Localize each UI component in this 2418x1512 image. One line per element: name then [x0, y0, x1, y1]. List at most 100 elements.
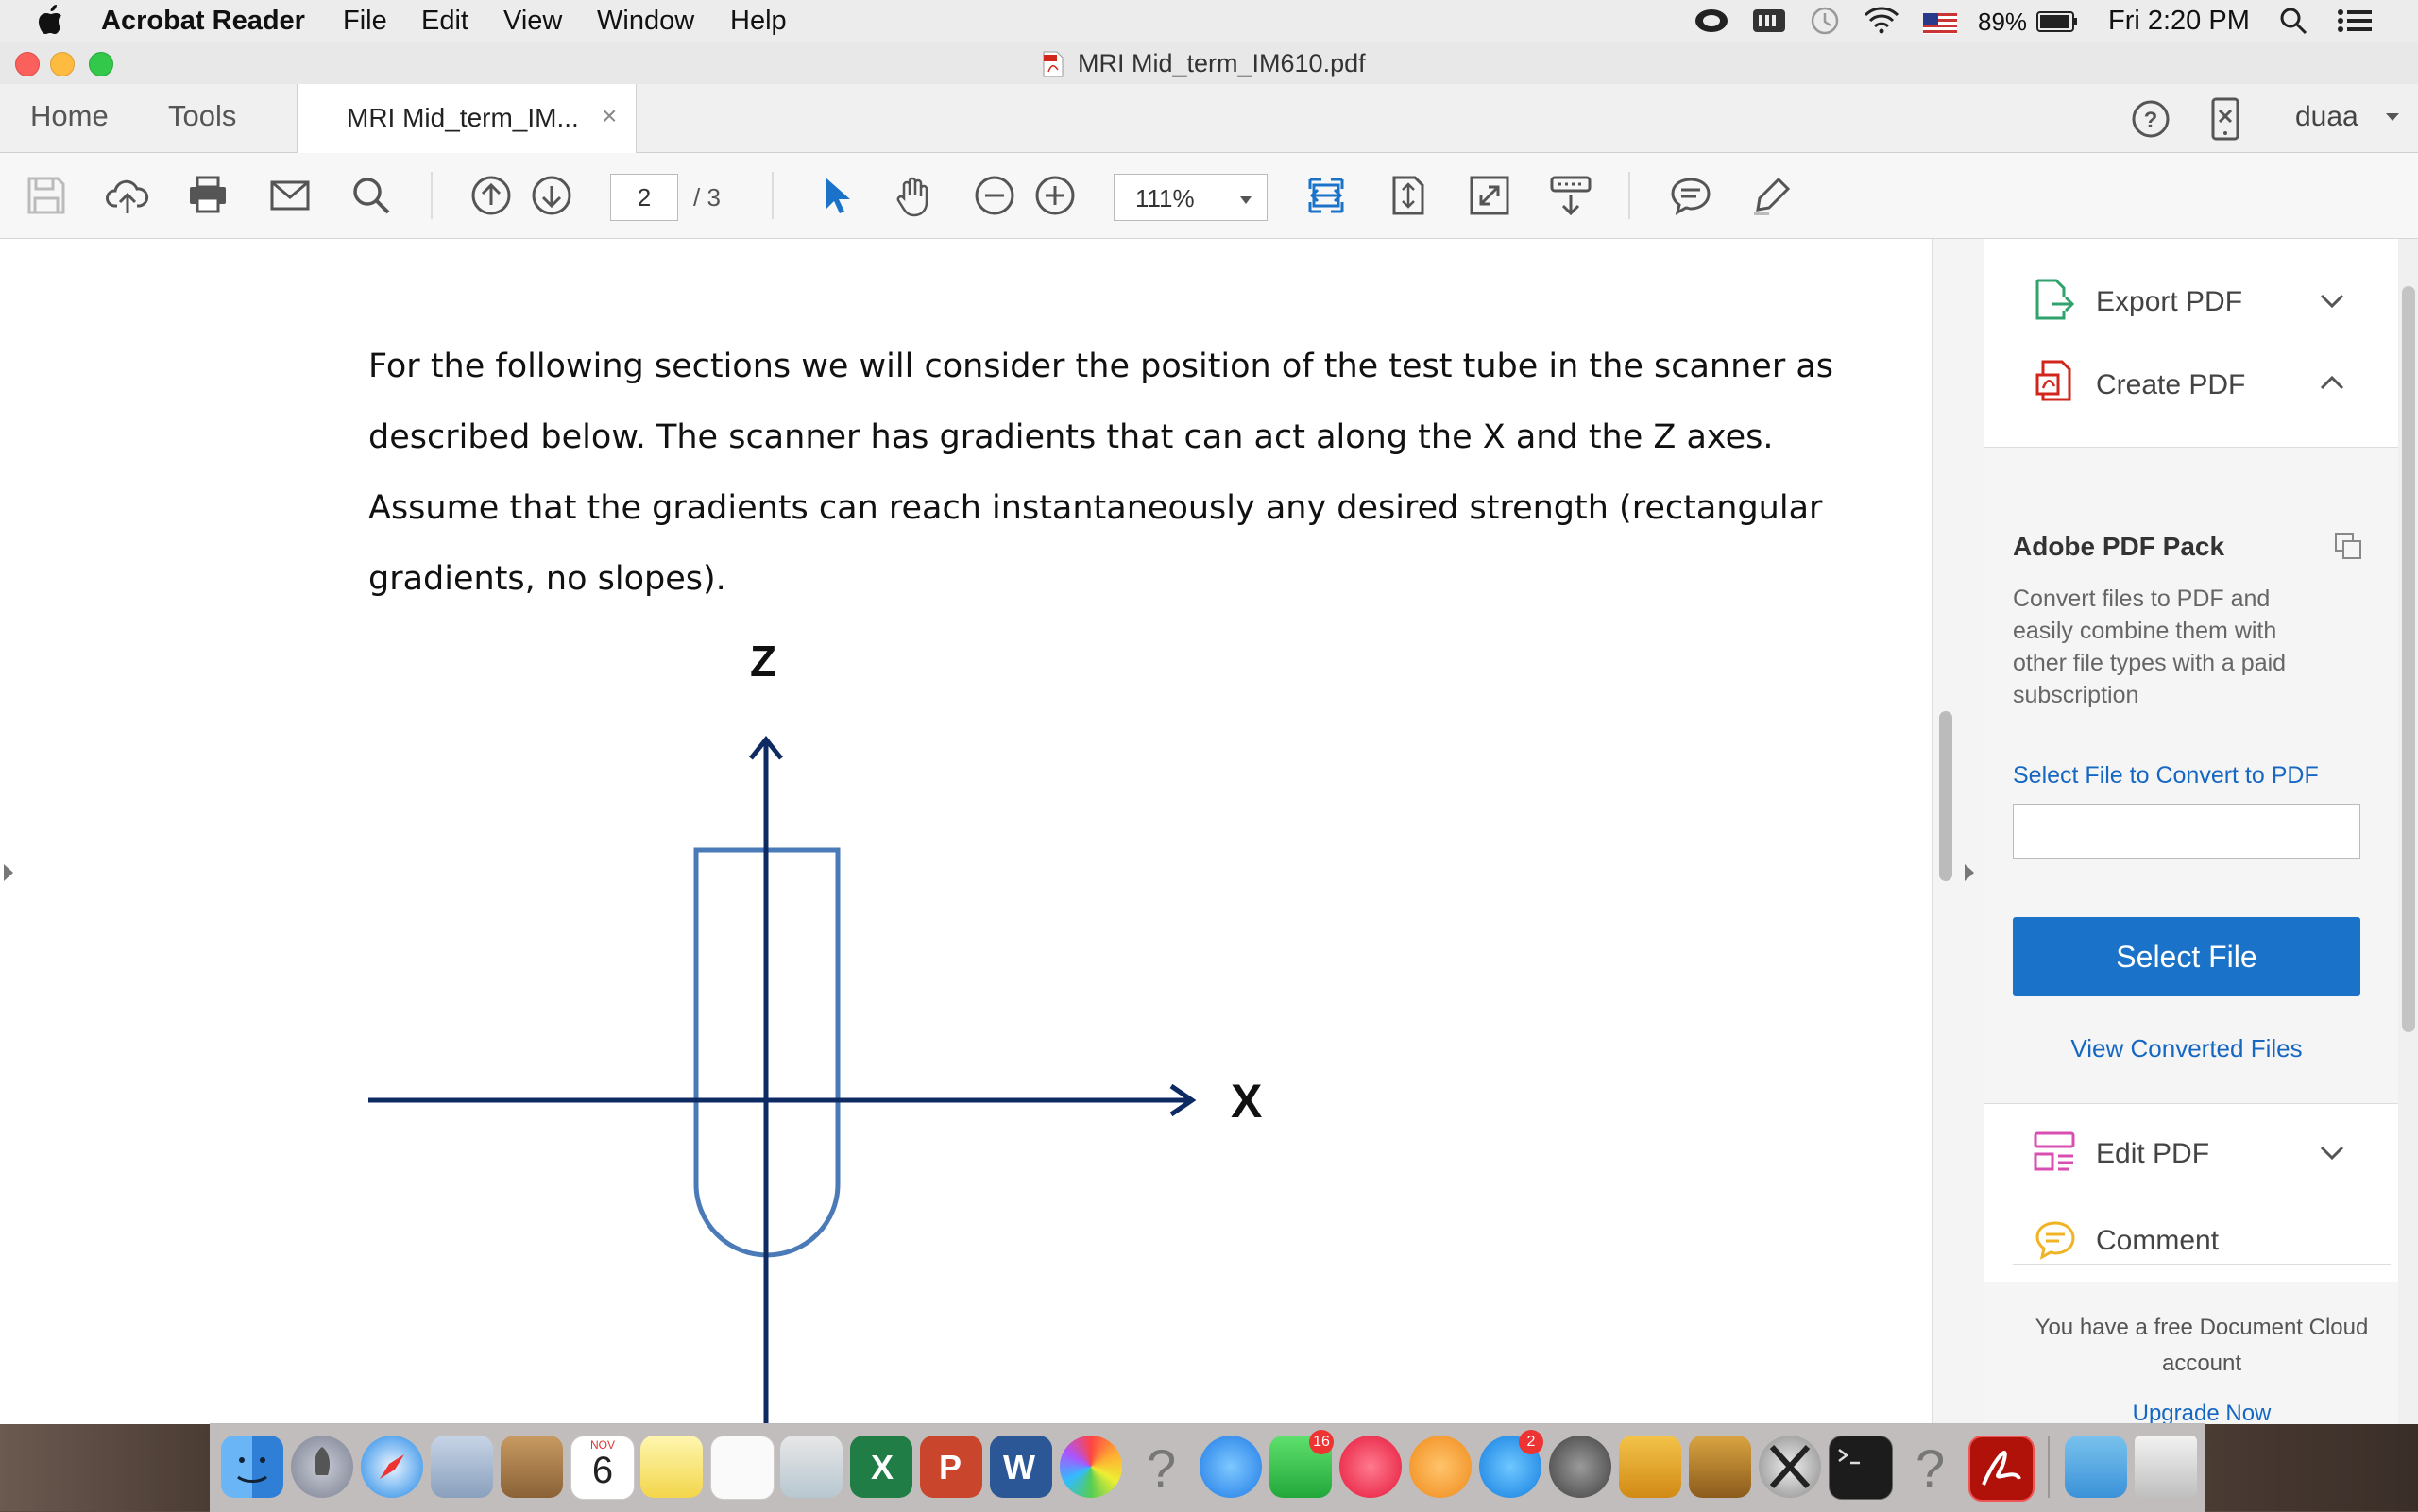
export-pdf-label[interactable]: Export PDF — [2096, 286, 2242, 318]
acrobat-reader-icon[interactable] — [1968, 1436, 2035, 1502]
edit-pdf-label[interactable]: Edit PDF — [2096, 1138, 2209, 1170]
close-window-button[interactable] — [15, 52, 40, 76]
scrolling-mode-icon[interactable] — [1549, 174, 1592, 217]
save-icon[interactable] — [25, 174, 68, 217]
tools-pane: Export PDF Create PDF Adobe PDF Pack Con… — [1984, 239, 2418, 1424]
xquartz-icon[interactable] — [1759, 1436, 1821, 1498]
page-total: / 3 — [693, 183, 721, 212]
hand-tool-icon[interactable] — [892, 174, 935, 217]
fit-page-icon[interactable] — [1387, 174, 1430, 217]
z-axis-label: Z — [750, 637, 777, 686]
word-icon[interactable]: W — [990, 1436, 1052, 1498]
photos-icon[interactable] — [1060, 1436, 1122, 1498]
jedit-icon[interactable] — [1619, 1436, 1681, 1498]
user-name[interactable]: duaa — [2295, 101, 2358, 133]
edit-pdf-chevron-icon[interactable] — [2320, 1146, 2344, 1165]
desktop-wallpaper — [2205, 1424, 2418, 1511]
fit-width-icon[interactable] — [1304, 174, 1348, 217]
calendar-icon[interactable]: NOV 6 — [570, 1436, 635, 1500]
itunes-icon[interactable] — [1339, 1436, 1402, 1498]
app-name-menu[interactable]: Acrobat Reader — [101, 6, 305, 37]
powerpoint-icon[interactable]: P — [920, 1436, 982, 1498]
battery-icon[interactable] — [2036, 9, 2078, 41]
create-pdf-label[interactable]: Create PDF — [2096, 369, 2245, 401]
view-converted-files-link[interactable]: View Converted Files — [2013, 1034, 2360, 1063]
comment-tool-icon[interactable] — [1669, 174, 1712, 217]
zoom-in-icon[interactable] — [1033, 174, 1077, 217]
menu-help[interactable]: Help — [730, 6, 787, 37]
zoom-out-icon[interactable] — [973, 174, 1016, 217]
messages-icon[interactable] — [1200, 1436, 1262, 1498]
toolbar-divider — [772, 172, 774, 219]
creative-cloud-icon[interactable] — [1694, 6, 1729, 42]
previous-page-icon[interactable] — [469, 174, 513, 217]
menubar-clock[interactable]: Fri 2:20 PM — [2108, 6, 2250, 37]
user-menu-chevron-icon[interactable] — [2385, 110, 2400, 127]
pdf-pack-info-icon[interactable] — [2334, 532, 2364, 565]
document-view[interactable]: For the following sections we will consi… — [0, 239, 1932, 1424]
highlight-pen-icon[interactable] — [1750, 174, 1794, 217]
zoom-select[interactable]: 111% — [1114, 174, 1268, 221]
close-tab-icon[interactable]: × — [602, 101, 617, 131]
unknown-app-icon[interactable]: ? — [1130, 1436, 1192, 1498]
document-scrollbar-thumb[interactable] — [1939, 711, 1952, 881]
create-pdf-collapse-chevron-icon[interactable] — [2320, 375, 2344, 395]
calculator-graph-icon[interactable] — [780, 1436, 843, 1498]
contacts-icon[interactable] — [501, 1436, 563, 1498]
full-screen-icon[interactable] — [1468, 174, 1511, 217]
wifi-icon[interactable] — [1863, 6, 1900, 42]
istat-menu-icon[interactable] — [1752, 7, 1786, 42]
tab-document[interactable]: MRI Mid_term_IM... × — [297, 84, 637, 153]
launchpad-icon[interactable] — [291, 1436, 353, 1498]
menu-window[interactable]: Window — [597, 6, 694, 37]
upgrade-now-link[interactable]: Upgrade Now — [2013, 1401, 2391, 1424]
terminal-icon[interactable] — [1829, 1436, 1893, 1500]
page-number-input[interactable] — [610, 174, 678, 221]
ibooks-icon[interactable] — [1409, 1436, 1472, 1498]
next-page-icon[interactable] — [530, 174, 573, 217]
time-machine-icon[interactable] — [1809, 6, 1841, 43]
search-icon[interactable] — [349, 174, 393, 217]
print-icon[interactable] — [186, 174, 230, 217]
system-preferences-icon[interactable] — [1549, 1436, 1611, 1498]
minimize-window-button[interactable] — [50, 52, 75, 76]
notes-icon[interactable] — [640, 1436, 703, 1498]
export-pdf-chevron-icon[interactable] — [2320, 294, 2344, 314]
email-icon[interactable] — [268, 174, 312, 217]
microscope-app-icon[interactable] — [1689, 1436, 1751, 1498]
select-tool-icon[interactable] — [814, 174, 858, 217]
facetime-icon[interactable]: 16 — [1269, 1430, 1334, 1498]
us-flag-icon[interactable] — [1923, 10, 1957, 42]
downloads-folder-icon[interactable] — [2065, 1436, 2127, 1498]
select-file-button[interactable]: Select File — [2013, 917, 2360, 996]
finder-icon[interactable] — [221, 1436, 283, 1498]
menu-bar: Acrobat Reader File Edit View Window Hel… — [0, 0, 2418, 42]
mobile-link-icon[interactable] — [2209, 97, 2241, 145]
tab-home[interactable]: Home — [30, 99, 109, 133]
window-title: MRI Mid_term_IM610.pdf — [1078, 49, 1366, 77]
reminders-icon[interactable] — [710, 1436, 775, 1500]
apple-menu-icon[interactable] — [38, 4, 64, 43]
menu-edit[interactable]: Edit — [421, 6, 468, 37]
right-panel-toggle-icon[interactable] — [1963, 862, 1976, 888]
unknown-app-icon[interactable]: ? — [1899, 1436, 1961, 1498]
upload-cloud-icon[interactable] — [106, 174, 149, 217]
excel-icon[interactable]: X — [850, 1436, 912, 1498]
comment-label[interactable]: Comment — [2096, 1225, 2219, 1257]
zoom-window-button[interactable] — [89, 52, 113, 76]
panel-scrollbar-thumb[interactable] — [2402, 286, 2415, 1032]
safari-icon[interactable] — [361, 1436, 423, 1498]
file-to-convert-input[interactable] — [2013, 804, 2360, 859]
spotlight-search-icon[interactable] — [2278, 6, 2308, 43]
adobe-pdf-pack-description: Convert files to PDF and easily combine … — [2013, 586, 2287, 708]
menu-view[interactable]: View — [503, 6, 562, 37]
preview-app-icon[interactable] — [431, 1436, 493, 1498]
help-icon[interactable]: ? — [2131, 99, 2171, 144]
notification-center-icon[interactable] — [2337, 8, 2373, 42]
tab-tools[interactable]: Tools — [168, 99, 236, 133]
panel-divider — [2013, 1264, 2391, 1265]
menu-file[interactable]: File — [343, 6, 387, 37]
trash-icon[interactable] — [2135, 1436, 2197, 1498]
app-store-icon[interactable]: 2 — [1479, 1430, 1543, 1498]
test-tube-diagram — [368, 735, 1197, 1424]
